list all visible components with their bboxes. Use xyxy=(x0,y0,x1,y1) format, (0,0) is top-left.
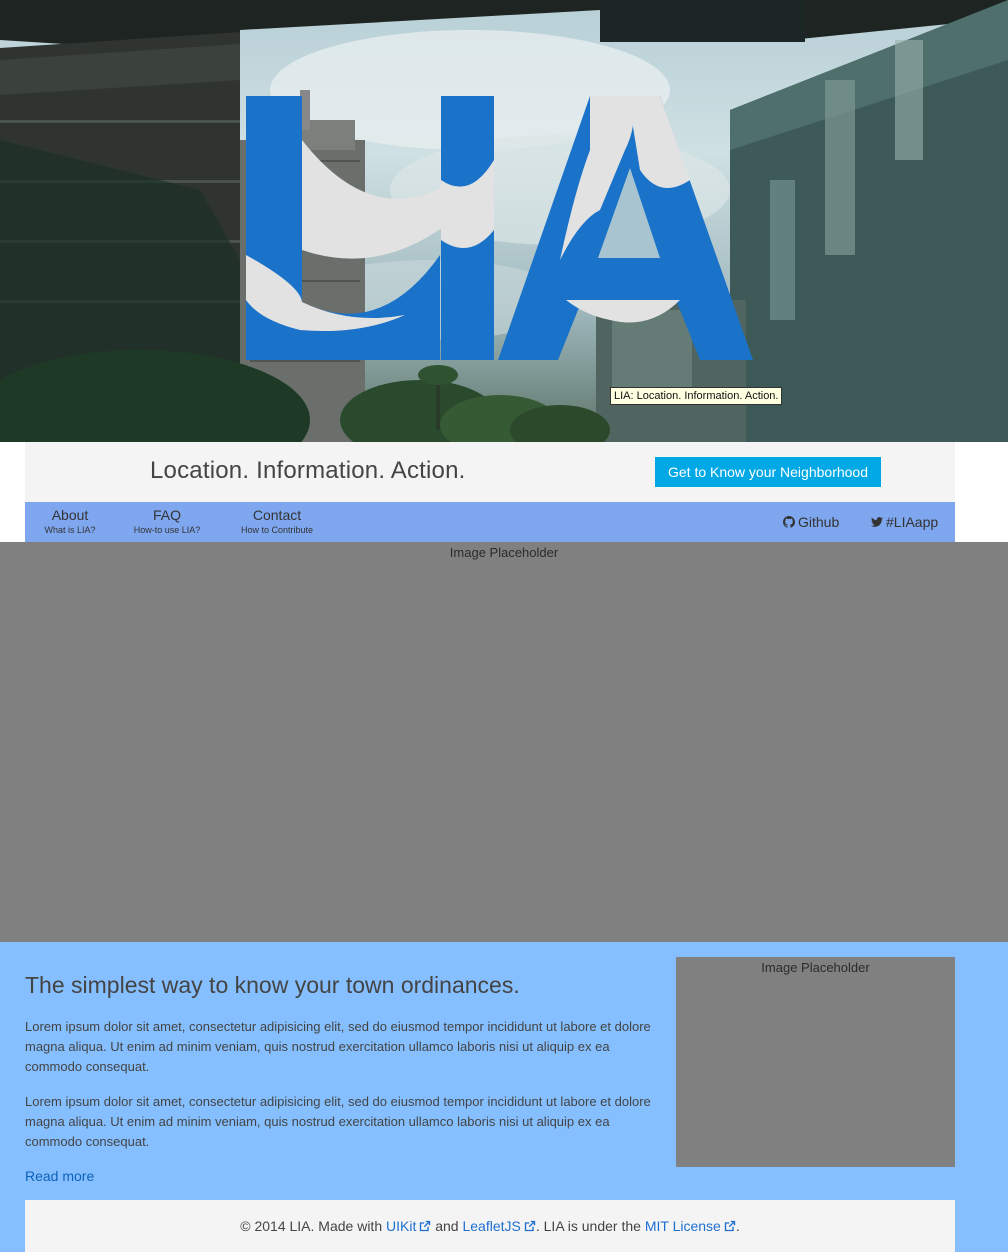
uikit-label: UIKit xyxy=(386,1218,417,1234)
mit-license-link[interactable]: MIT License xyxy=(645,1218,736,1234)
paragraph: Lorem ipsum dolor sit amet, consectetur … xyxy=(25,1019,651,1074)
side-image-placeholder: Image Placeholder xyxy=(676,957,955,1167)
github-label: Github xyxy=(798,514,840,530)
external-link-icon xyxy=(724,1220,736,1232)
get-to-know-neighborhood-button[interactable]: Get to Know your Neighborhood xyxy=(655,457,881,487)
nav-item-label: FAQ xyxy=(152,507,181,523)
logo-tooltip: LIA: Location. Information. Action. xyxy=(610,387,783,405)
footer-copyright: © 2014 LIA. Made with xyxy=(240,1218,383,1234)
twitter-icon xyxy=(871,517,883,527)
nav-item-contact[interactable]: Contact How to Contribute xyxy=(233,507,321,536)
twitter-link[interactable]: #LIAapp xyxy=(871,514,938,530)
github-link[interactable]: Github xyxy=(783,514,839,530)
nav-item-label: Contact xyxy=(252,507,302,523)
footer-suffix: . xyxy=(735,1218,740,1234)
twitter-label: #LIAapp xyxy=(886,514,939,530)
section-heading: The simplest way to know your town ordin… xyxy=(25,972,520,998)
external-link-icon xyxy=(420,1220,431,1232)
nav-item-faq[interactable]: FAQ How-to use LIA? xyxy=(127,507,207,536)
nav-item-sublabel: What is LIA? xyxy=(44,525,96,535)
hero-image-placeholder: Image Placeholder xyxy=(0,542,1008,942)
nav-item-sublabel: How to Contribute xyxy=(240,525,314,535)
tagline-bar: Location. Information. Action. Get to Kn… xyxy=(25,442,955,502)
hero-banner: LIA: Location. Information. Action. xyxy=(0,0,1008,442)
uikit-link[interactable]: UIKit xyxy=(386,1218,431,1234)
placeholder-label: Image Placeholder xyxy=(761,960,870,975)
placeholder-label: Image Placeholder xyxy=(449,545,559,560)
read-more-link[interactable]: Read more xyxy=(25,1168,94,1184)
nav-item-sublabel: How-to use LIA? xyxy=(133,525,201,535)
footer-and: and xyxy=(435,1218,459,1234)
footer-text: © 2014 LIA. Made with UIKit and LeafletJ… xyxy=(25,1200,955,1234)
lia-logo xyxy=(246,96,753,360)
leafletjs-label: LeafletJS xyxy=(462,1218,521,1234)
footer: © 2014 LIA. Made with UIKit and LeafletJ… xyxy=(25,1200,955,1252)
tagline: Location. Information. Action. xyxy=(150,457,466,484)
mit-license-label: MIT License xyxy=(644,1218,721,1234)
footer-license-text: . LIA is under the xyxy=(535,1218,641,1234)
content-section: The simplest way to know your town ordin… xyxy=(0,942,1008,1252)
nav-item-label: About xyxy=(51,507,89,523)
paragraph: Lorem ipsum dolor sit amet, consectetur … xyxy=(25,1094,651,1149)
github-icon xyxy=(783,516,795,528)
leafletjs-link[interactable]: LeafletJS xyxy=(462,1218,536,1234)
main-nav: About What is LIA? FAQ How-to use LIA? C… xyxy=(25,502,955,542)
nav-item-about[interactable]: About What is LIA? xyxy=(39,507,101,536)
external-link-icon xyxy=(524,1220,536,1232)
